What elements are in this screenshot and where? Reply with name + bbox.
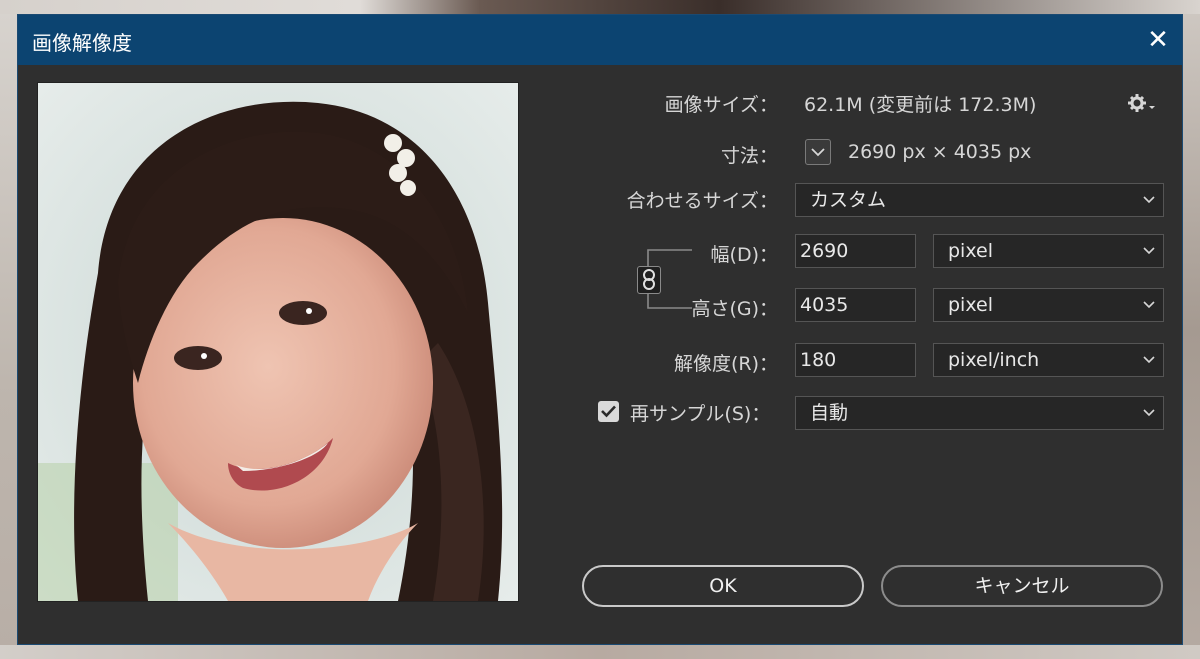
height-unit-select[interactable]: pixel — [933, 288, 1164, 322]
chevron-down-icon — [1143, 409, 1155, 417]
resample-label: 再サンプル(S)： — [630, 403, 771, 425]
width-unit-select[interactable]: pixel — [933, 234, 1164, 268]
resolution-unit-value: pixel/inch — [948, 349, 1040, 371]
background-photo-right — [1182, 0, 1200, 659]
chevron-down-icon — [1143, 247, 1155, 255]
fit-to-value: カスタム — [810, 189, 887, 211]
preview-photo — [38, 83, 518, 601]
background-photo-left — [0, 0, 18, 659]
height-label: 高さ(G)： — [691, 298, 778, 320]
resolution-label: 解像度(R)： — [673, 353, 778, 375]
close-icon[interactable]: ✕ — [1140, 23, 1176, 57]
chevron-down-icon — [1143, 356, 1155, 364]
width-input[interactable]: 2690 — [795, 234, 916, 268]
checkmark-icon — [601, 405, 616, 418]
height-input[interactable]: 4035 — [795, 288, 916, 322]
resample-checkbox[interactable] — [598, 401, 619, 422]
dimensions-value: 2690 px × 4035 px — [848, 141, 1032, 163]
chevron-down-icon — [811, 148, 825, 157]
resolution-input[interactable]: 180 — [795, 343, 916, 377]
height-value: 4035 — [800, 294, 849, 316]
image-size-value: 62.1M (変更前は 172.3M) — [804, 94, 1037, 116]
fit-to-select[interactable]: カスタム — [795, 183, 1164, 217]
fit-to-label: 合わせるサイズ： — [626, 190, 778, 212]
resolution-value: 180 — [800, 349, 837, 371]
dimensions-label: 寸法： — [720, 145, 778, 167]
title-bar[interactable]: 画像解像度 ✕ — [18, 15, 1182, 65]
constrain-proportions-button[interactable] — [637, 266, 661, 294]
link-icon — [643, 269, 655, 290]
width-unit-value: pixel — [948, 240, 993, 262]
gear-icon[interactable] — [1128, 93, 1158, 115]
resample-select[interactable]: 自動 — [795, 396, 1164, 430]
chevron-down-icon — [1143, 196, 1155, 204]
image-size-label: 画像サイズ： — [664, 94, 778, 116]
image-preview[interactable] — [37, 82, 519, 602]
ok-button[interactable]: OK — [582, 565, 864, 607]
width-value: 2690 — [800, 240, 849, 262]
cancel-button[interactable]: キャンセル — [881, 565, 1163, 607]
dimensions-unit-toggle[interactable] — [805, 139, 831, 165]
background-photo-top — [0, 0, 1200, 14]
height-unit-value: pixel — [948, 294, 993, 316]
background-photo-bottom — [0, 645, 1200, 659]
resolution-unit-select[interactable]: pixel/inch — [933, 343, 1164, 377]
dialog-title: 画像解像度 — [32, 31, 132, 55]
chevron-down-icon — [1143, 301, 1155, 309]
resample-value: 自動 — [810, 402, 849, 424]
image-size-dialog: 画像解像度 ✕ 画像サイズ： 62.1M (変更前は 172.3M) 寸法： 2… — [17, 14, 1183, 645]
